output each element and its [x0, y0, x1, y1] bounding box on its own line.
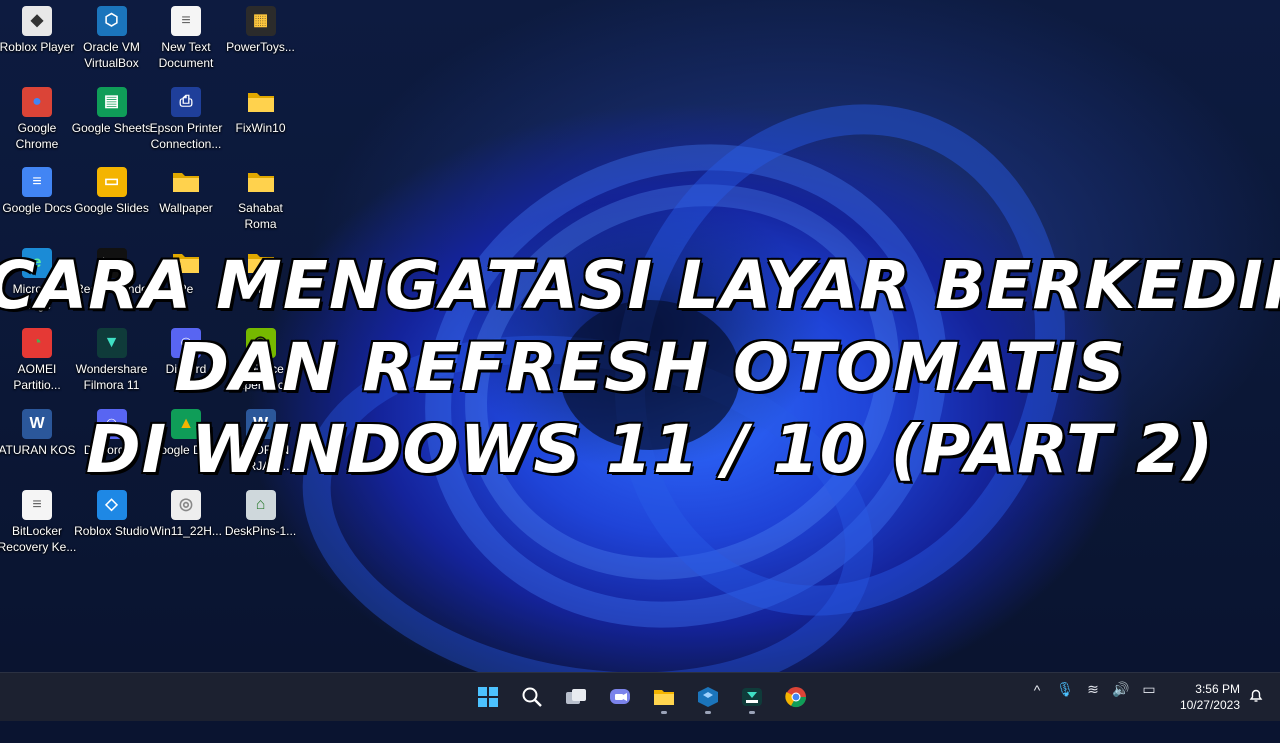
desktop-icon-label: BitLocker Recovery Ke...: [0, 523, 77, 554]
google-slides-icon: ▭: [96, 167, 127, 198]
task-view-icon[interactable]: [558, 679, 594, 715]
desktop-icon-label: Win11_22H...: [150, 523, 222, 538]
headline-line-1: CARA MENGATASI LAYAR BERKEDIP: [0, 246, 1280, 326]
search-icon[interactable]: [514, 679, 550, 715]
desktop-icon-folder[interactable]: Sahabat Roma: [224, 163, 298, 241]
desktop-icon-label: Epson Printer Connection...: [149, 120, 223, 151]
desktop-icon-aomei-partition[interactable]: ◔ AOMEI Partitio...: [0, 324, 74, 402]
desktop-icon-label: Wallpaper: [159, 201, 213, 216]
filmora-icon[interactable]: [734, 679, 770, 715]
desktop-icon-text-document[interactable]: ≡ New Text Document: [149, 2, 223, 80]
desktop-icon-word-document[interactable]: W ATURAN KOS: [0, 405, 76, 483]
desktop-icon-deskpins-installer[interactable]: ⌂ DeskPins-1...: [224, 486, 298, 564]
desktop-icon-label: Sahabat Roma: [238, 201, 283, 232]
word-document-icon: W: [22, 409, 52, 439]
desktop-icon-powertoys[interactable]: ▦ PowerToys...: [224, 2, 298, 80]
virtualbox-icon[interactable]: [690, 679, 726, 715]
roblox-player-icon: ◆: [22, 6, 52, 36]
headline-line-2: DAN REFRESH OTOMATIS: [173, 328, 1127, 408]
desktop-icon-label: PowerToys...: [226, 40, 295, 54]
taskbar-apps: [470, 679, 814, 715]
google-docs-icon: ≡: [22, 167, 52, 198]
clock[interactable]: 3:56 PM 10/27/2023: [1168, 681, 1240, 713]
desktop-icon-label: FixWin10: [235, 120, 286, 135]
powertoys-icon: ▦: [245, 6, 276, 36]
desktop-icon-chrome[interactable]: ● Google Chrome: [0, 83, 74, 161]
desktop-icon-label: New Text Document: [158, 40, 214, 70]
notification-bell-icon[interactable]: [1248, 687, 1264, 706]
clock-time: 3:56 PM: [1195, 682, 1240, 696]
google-sheets-icon: ▤: [96, 86, 127, 117]
desktop-icon-label: Google Sheets: [71, 120, 152, 135]
folder-icon: [246, 87, 276, 117]
chrome-icon[interactable]: [778, 679, 814, 715]
teams-chat-icon[interactable]: [602, 679, 638, 715]
tray-chevron-icon[interactable]: ^: [1026, 682, 1048, 698]
desktop-icon-label: ATURAN KOS: [0, 443, 76, 457]
volume-icon[interactable]: 🔊: [1110, 681, 1132, 698]
text-document-icon: ≡: [171, 6, 201, 36]
desktop-icon-roblox-player[interactable]: ◆ Roblox Player: [0, 2, 74, 80]
running-indicator: [661, 711, 667, 714]
file-explorer-icon[interactable]: [646, 679, 682, 715]
clock-date: 10/27/2023: [1179, 698, 1240, 712]
battery-icon[interactable]: ▭: [1138, 681, 1160, 698]
folder-icon: [171, 167, 201, 197]
desktop-icon-label: Google Docs: [2, 201, 72, 216]
desktop-icon-disc-image[interactable]: ◎ Win11_22H...: [149, 486, 223, 564]
virtualbox-icon: ⬡: [96, 6, 127, 36]
microphone-icon[interactable]: 🎙: [1054, 681, 1076, 698]
desktop-icon-label: Oracle VM VirtualBox: [83, 40, 140, 70]
desktop-icon-label: AOMEI Partitio...: [13, 362, 61, 393]
headline-line-3: DI WINDOWS 11 / 10 (PART 2): [84, 410, 1215, 490]
deskpins-installer-icon: ⌂: [245, 489, 276, 520]
text-document-icon: ≡: [22, 489, 52, 520]
desktop-icon-epson-printer[interactable]: ⎙ Epson Printer Connection...: [149, 83, 223, 161]
desktop-icon-label: DeskPins-1...: [224, 523, 297, 538]
windows-start-icon[interactable]: [470, 679, 506, 715]
aomei-partition-icon: ◔: [22, 328, 52, 359]
wifi-icon[interactable]: ≋: [1082, 681, 1104, 698]
desktop-icon-google-sheets[interactable]: ▤ Google Sheets: [71, 83, 152, 161]
desktop-icon-label: Google Slides: [74, 201, 149, 216]
epson-printer-icon: ⎙: [171, 86, 201, 117]
folder-icon: [246, 167, 276, 197]
desktop-icon-label: Roblox Studio: [74, 523, 149, 538]
desktop-icon-label: Roblox Player: [0, 40, 75, 54]
desktop-icon-virtualbox[interactable]: ⬡ Oracle VM VirtualBox: [75, 2, 149, 80]
system-tray: ^ 🎙 ≋ 🔊 ▭: [1026, 681, 1160, 698]
chrome-icon: ●: [22, 86, 52, 117]
roblox-studio-icon: ◇: [96, 489, 127, 520]
desktop-icon-google-slides[interactable]: ▭ Google Slides: [74, 163, 149, 241]
taskbar: ^ 🎙 ≋ 🔊 ▭ 3:56 PM 10/27/2023: [0, 672, 1280, 721]
running-indicator: [705, 711, 711, 714]
video-title-overlay: CARA MENGATASI LAYAR BERKEDIP DAN REFRES…: [0, 245, 1280, 491]
desktop-icon-roblox-studio[interactable]: ◇ Roblox Studio: [74, 486, 149, 564]
disc-image-icon: ◎: [171, 489, 201, 520]
desktop-icon-folder[interactable]: FixWin10: [224, 83, 298, 161]
running-indicator: [749, 711, 755, 714]
desktop-icon-folder[interactable]: Wallpaper: [149, 163, 223, 241]
desktop-icon-google-docs[interactable]: ≡ Google Docs: [0, 163, 74, 241]
desktop-icon-text-document[interactable]: ≡ BitLocker Recovery Ke...: [0, 486, 77, 564]
desktop-icon-label: Google Chrome: [15, 120, 59, 151]
